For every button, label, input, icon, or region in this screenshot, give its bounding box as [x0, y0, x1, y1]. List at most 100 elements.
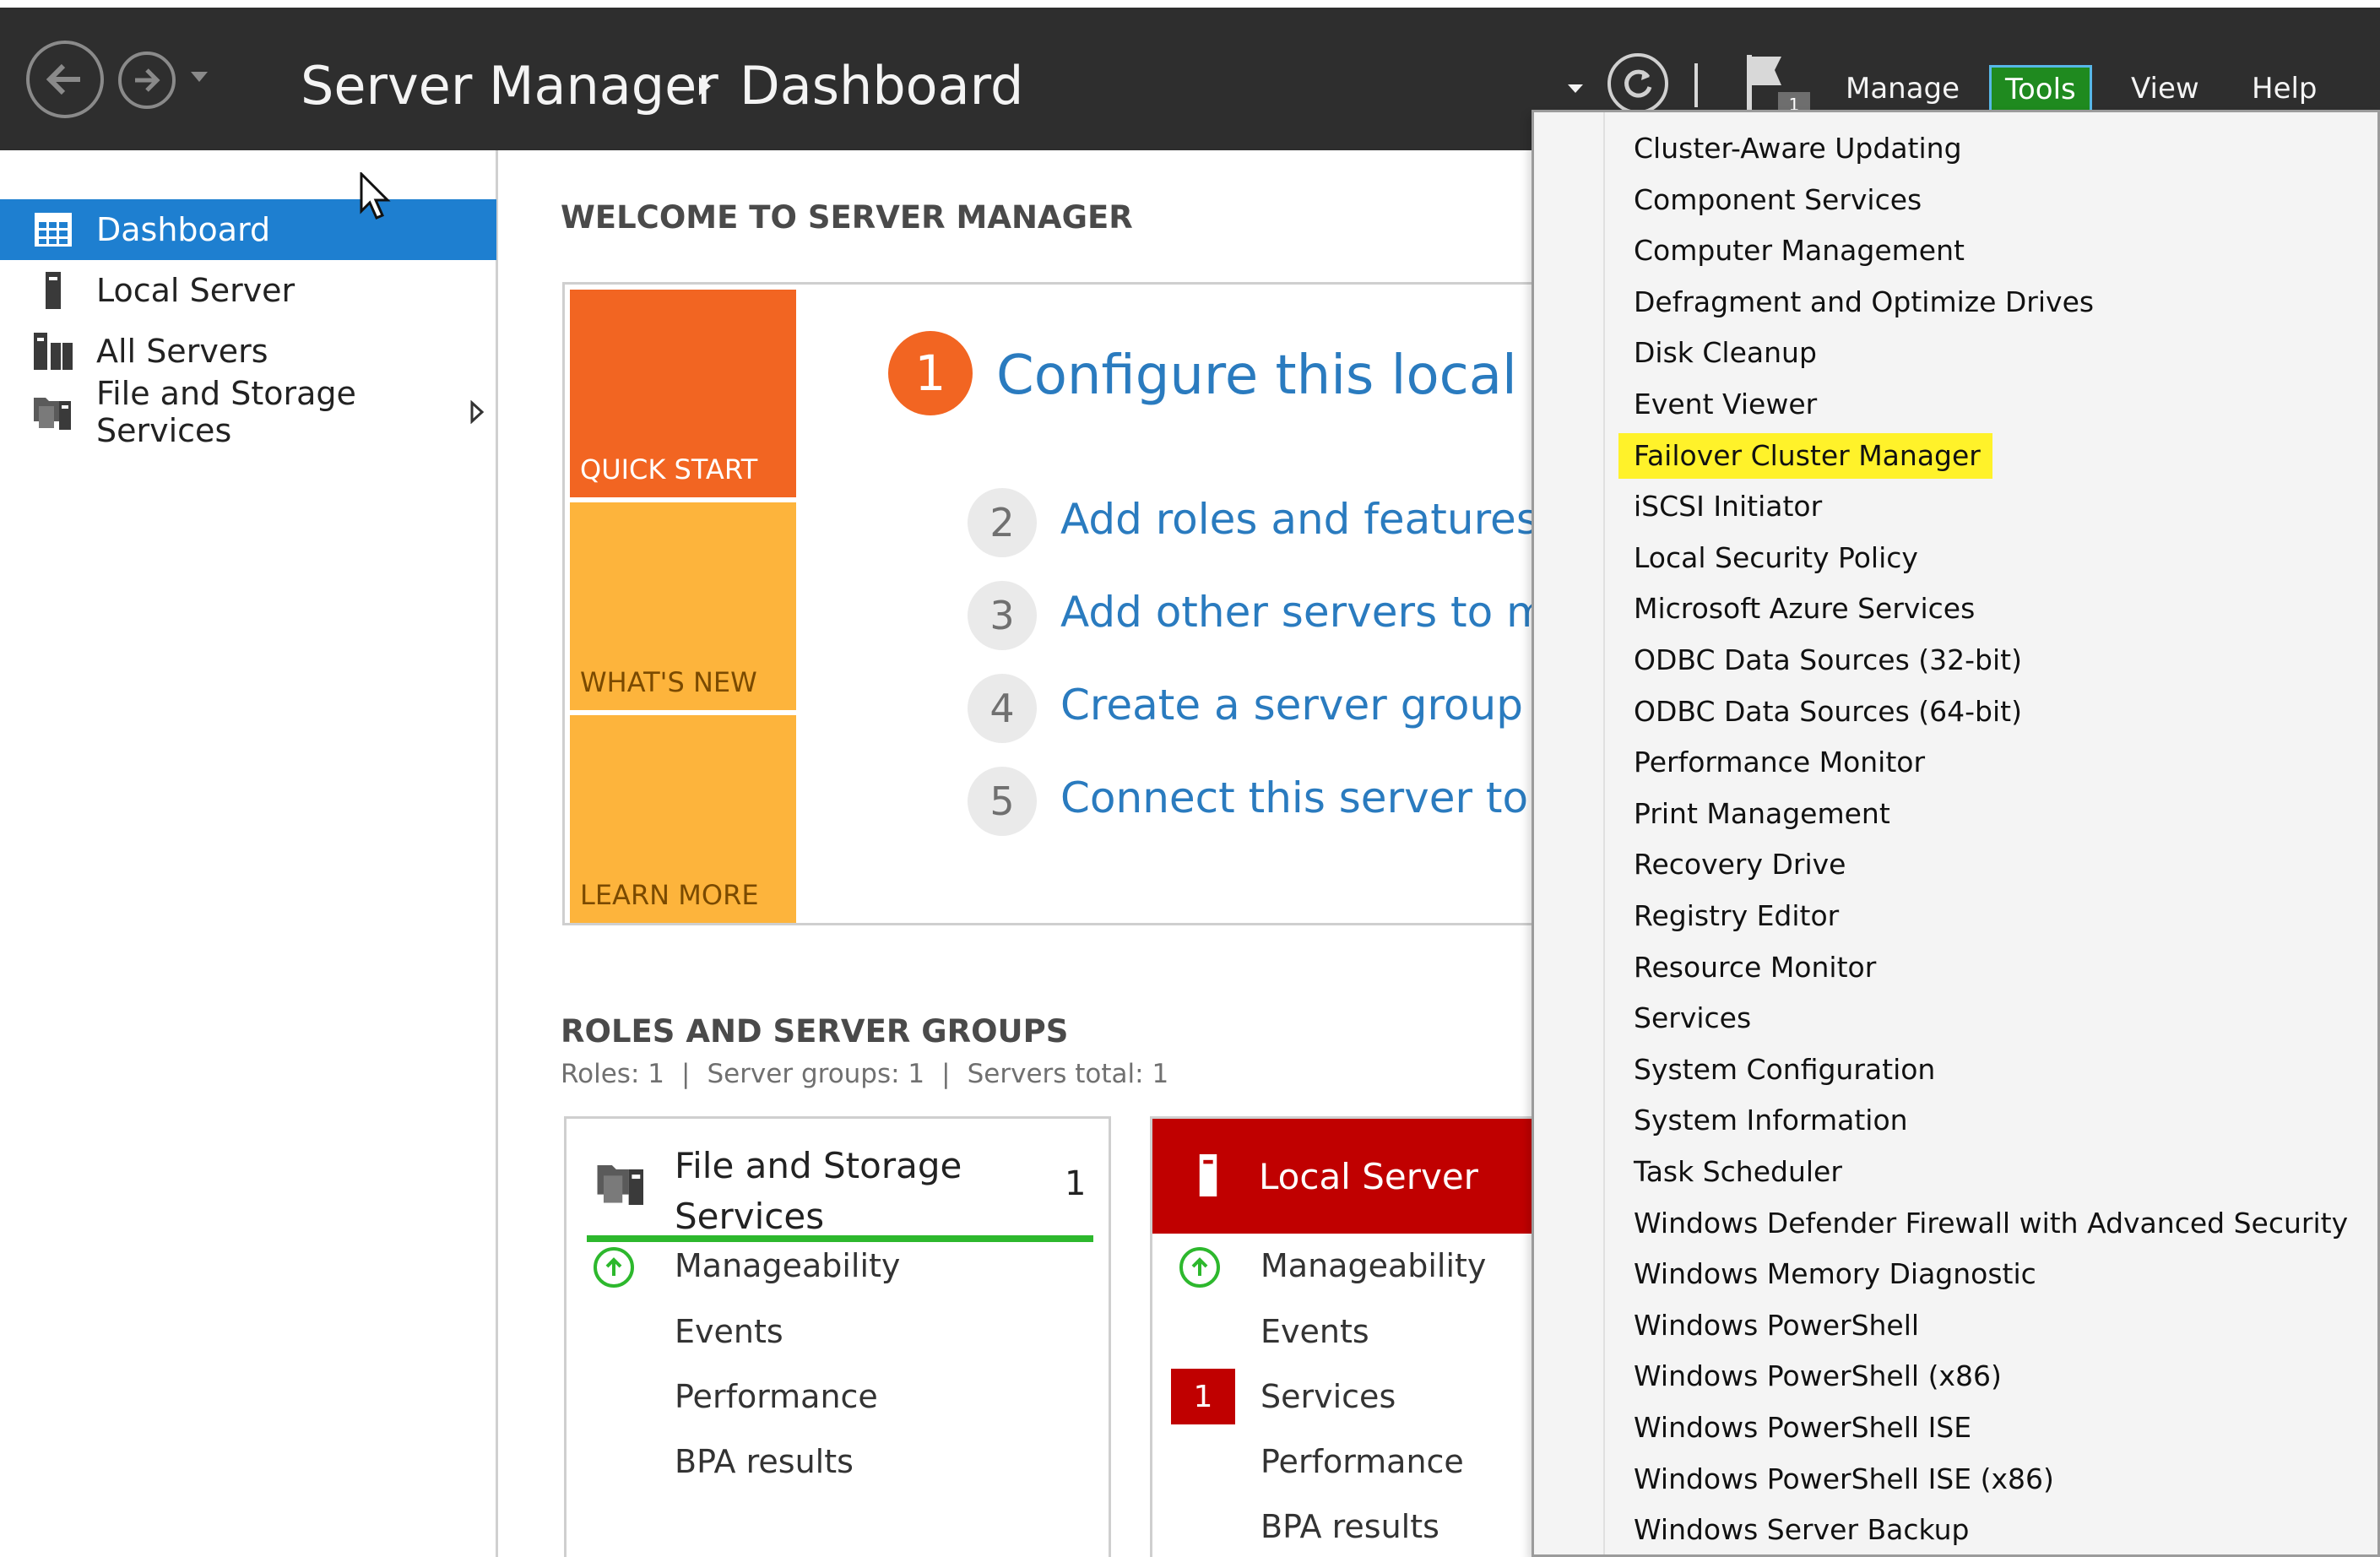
tile-label: LEARN MORE: [580, 879, 759, 911]
status-ok-icon: [1179, 1247, 1220, 1288]
card-row-performance[interactable]: Performance: [675, 1378, 878, 1415]
tools-menu-item[interactable]: Print Management: [1618, 791, 1902, 837]
sidebar-item-dashboard[interactable]: Dashboard: [0, 199, 496, 260]
sidebar-item-file-storage[interactable]: File and Storage Services: [0, 375, 498, 449]
tools-menu-item[interactable]: System Configuration: [1618, 1047, 1947, 1093]
step-link-create-group[interactable]: Create a server group: [1060, 681, 1523, 730]
tools-menu-item[interactable]: Resource Monitor: [1618, 945, 1888, 990]
toolbar-divider: [1694, 63, 1698, 107]
sidebar: Dashboard Local Server All Servers File …: [0, 150, 498, 1557]
card-row-manageability[interactable]: Manageability: [675, 1247, 900, 1284]
tile-learn-more[interactable]: LEARN MORE: [570, 715, 796, 923]
refresh-icon: [1624, 69, 1652, 98]
tools-menu-item[interactable]: iSCSI Initiator: [1618, 484, 1834, 529]
menu-view[interactable]: View: [2131, 72, 2199, 106]
tools-menu-item[interactable]: Task Scheduler: [1618, 1149, 1854, 1195]
server-groups-count: Server groups: 1: [707, 1059, 925, 1089]
tools-menu-item[interactable]: Recovery Drive: [1618, 842, 1857, 887]
sidebar-item-all-servers[interactable]: All Servers: [0, 321, 498, 382]
tools-menu-item[interactable]: Services: [1618, 996, 1763, 1041]
card-row-manageability[interactable]: Manageability: [1260, 1247, 1486, 1284]
tools-menu-item[interactable]: Windows PowerShell: [1618, 1303, 1931, 1348]
card-row-bpa-results[interactable]: BPA results: [675, 1443, 854, 1480]
tools-menu-item[interactable]: ODBC Data Sources (64-bit): [1618, 689, 2034, 735]
tools-menu-item[interactable]: Windows PowerShell ISE: [1618, 1405, 1983, 1451]
tools-dropdown-menu: Cluster-Aware Updating Component Services…: [1532, 110, 2380, 1557]
tools-menu-item[interactable]: Windows Memory Diagnostic: [1618, 1251, 2048, 1297]
card-row-events[interactable]: Events: [675, 1313, 783, 1350]
card-header[interactable]: Local Server: [1152, 1119, 1586, 1234]
server-manager-window: Server Manager Dashboard 1 Manage Tools …: [0, 0, 2380, 1557]
menu-manage[interactable]: Manage: [1846, 72, 1960, 106]
menu-help[interactable]: Help: [2252, 72, 2318, 106]
sidebar-item-label: All Servers: [96, 333, 268, 370]
servers-icon: [34, 332, 73, 371]
step-link-configure[interactable]: Configure this local ser: [996, 344, 1618, 407]
step-number-2: 2: [968, 488, 1037, 557]
tools-menu-item[interactable]: Registry Editor: [1618, 893, 1851, 939]
back-button[interactable]: [26, 41, 104, 118]
step-link-add-roles[interactable]: Add roles and features: [1060, 495, 1538, 544]
roles-heading: ROLES AND SERVER GROUPS: [561, 1013, 1069, 1050]
tools-menu-item[interactable]: Failover Cluster Manager: [1618, 433, 1992, 479]
file-storage-icon: [34, 393, 73, 431]
tools-menu-item[interactable]: Component Services: [1618, 177, 1933, 223]
services-alert-badge: 1: [1171, 1369, 1235, 1424]
step-number-1: 1: [888, 331, 973, 415]
toolbar-dropdown-icon[interactable]: [1566, 82, 1585, 95]
tools-menu-item[interactable]: ODBC Data Sources (32-bit): [1618, 637, 2034, 683]
card-row-performance[interactable]: Performance: [1260, 1443, 1464, 1480]
card-header[interactable]: File and Storage Services 1: [587, 1127, 1093, 1242]
dashboard-icon: [34, 210, 73, 249]
tools-menu-item[interactable]: System Information: [1618, 1098, 1920, 1143]
tools-menu-item[interactable]: Disk Cleanup: [1618, 330, 1829, 376]
step-link-add-servers[interactable]: Add other servers to man: [1060, 588, 1600, 637]
tools-menu-item[interactable]: Cluster-Aware Updating: [1618, 126, 1974, 171]
page-title: Dashboard: [740, 55, 1024, 117]
stats-separator: |: [941, 1059, 951, 1089]
chevron-right-icon[interactable]: [469, 400, 485, 424]
tools-menu-item[interactable]: Computer Management: [1618, 228, 1976, 274]
card-row-services[interactable]: Services: [1260, 1378, 1396, 1415]
card-title: Local Server: [1259, 1156, 1478, 1197]
tile-label: WHAT'S NEW: [580, 666, 757, 698]
stats-separator: |: [680, 1059, 691, 1089]
refresh-button[interactable]: [1607, 53, 1668, 114]
breadcrumb-separator-icon: [699, 77, 711, 95]
menu-gutter: [1534, 112, 1605, 1554]
card-title: File and Storage Services: [675, 1145, 962, 1237]
tile-whats-new[interactable]: WHAT'S NEW: [570, 502, 796, 710]
tools-menu-item[interactable]: Local Security Policy: [1618, 535, 1930, 581]
tools-menu-item[interactable]: Windows PowerShell (x86): [1618, 1354, 2014, 1399]
sidebar-item-label: Local Server: [96, 272, 295, 309]
tile-quick-start[interactable]: QUICK START: [570, 290, 796, 497]
tools-menu-item[interactable]: Windows Defender Firewall with Advanced …: [1618, 1201, 2360, 1246]
tools-menu-item[interactable]: Microsoft Azure Services: [1618, 586, 1987, 632]
tools-menu-item[interactable]: Performance Monitor: [1618, 740, 1937, 785]
sidebar-item-local-server[interactable]: Local Server: [0, 260, 498, 321]
servers-total: Servers total: 1: [967, 1059, 1169, 1089]
back-arrow-icon: [46, 63, 80, 95]
tools-menu-item[interactable]: Windows PowerShell ISE (x86): [1618, 1457, 2066, 1502]
card-row-bpa-results[interactable]: BPA results: [1260, 1508, 1439, 1545]
status-ok-icon: [594, 1247, 634, 1288]
welcome-heading: WELCOME TO SERVER MANAGER: [561, 199, 1133, 236]
menu-tools[interactable]: Tools: [1989, 65, 2092, 114]
step-number-5: 5: [968, 767, 1037, 836]
roles-count: Roles: 1: [561, 1059, 664, 1089]
app-title: Server Manager: [301, 55, 718, 117]
file-storage-icon: [597, 1164, 643, 1205]
step-number-4: 4: [968, 674, 1037, 743]
tools-menu-item[interactable]: Windows Server Backup: [1618, 1507, 1981, 1553]
roles-summary: Roles: 1 | Server groups: 1 | Servers total:…: [561, 1059, 1168, 1089]
card-row-events[interactable]: Events: [1260, 1313, 1369, 1350]
sidebar-item-label: Dashboard: [96, 211, 271, 248]
forward-button[interactable]: [118, 52, 176, 109]
role-card-local-server: Local Server Manageability Events 1 Serv…: [1150, 1116, 1589, 1557]
card-count: 1: [1065, 1164, 1087, 1203]
history-dropdown-icon[interactable]: [187, 68, 211, 85]
step-number-3: 3: [968, 581, 1037, 650]
tile-label: QUICK START: [580, 453, 758, 486]
tools-menu-item[interactable]: Defragment and Optimize Drives: [1618, 279, 2106, 325]
tools-menu-item[interactable]: Event Viewer: [1618, 382, 1829, 427]
